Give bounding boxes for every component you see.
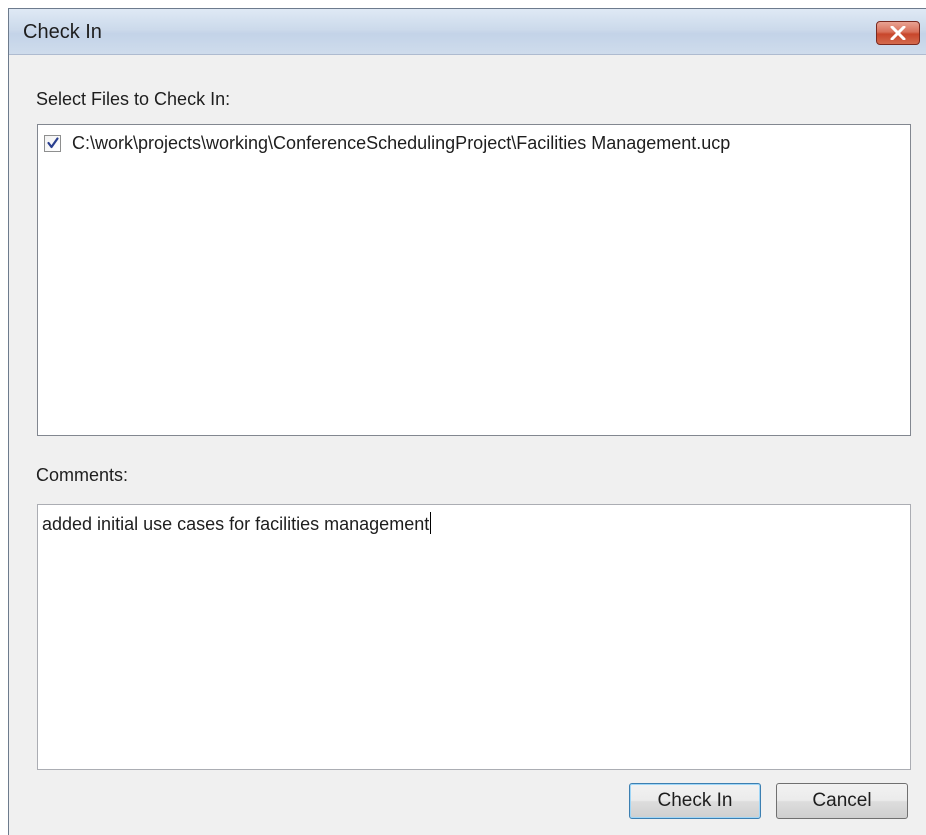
comments-text: added initial use cases for facilities m… (42, 512, 432, 535)
comments-value: added initial use cases for facilities m… (42, 514, 430, 534)
file-checkbox[interactable] (44, 134, 61, 152)
checkmark-icon (47, 136, 59, 148)
close-icon (890, 26, 906, 40)
comments-textarea[interactable]: added initial use cases for facilities m… (37, 504, 911, 770)
check-in-button[interactable]: Check In (629, 783, 761, 819)
window-title: Check In (23, 21, 102, 43)
check-in-dialog: Check In Select Files to Check In: C:\wo… (8, 8, 926, 835)
file-path: C:\work\projects\working\ConferenceSched… (72, 132, 731, 153)
comments-label: Comments: (36, 465, 129, 485)
list-item[interactable]: C:\work\projects\working\ConferenceSched… (44, 131, 730, 155)
files-list[interactable]: C:\work\projects\working\ConferenceSched… (37, 124, 911, 436)
close-button[interactable] (876, 21, 920, 45)
title-bar[interactable]: Check In (9, 9, 926, 55)
cancel-button[interactable]: Cancel (776, 783, 908, 819)
files-label: Select Files to Check In: (36, 89, 231, 109)
text-caret (430, 512, 432, 534)
